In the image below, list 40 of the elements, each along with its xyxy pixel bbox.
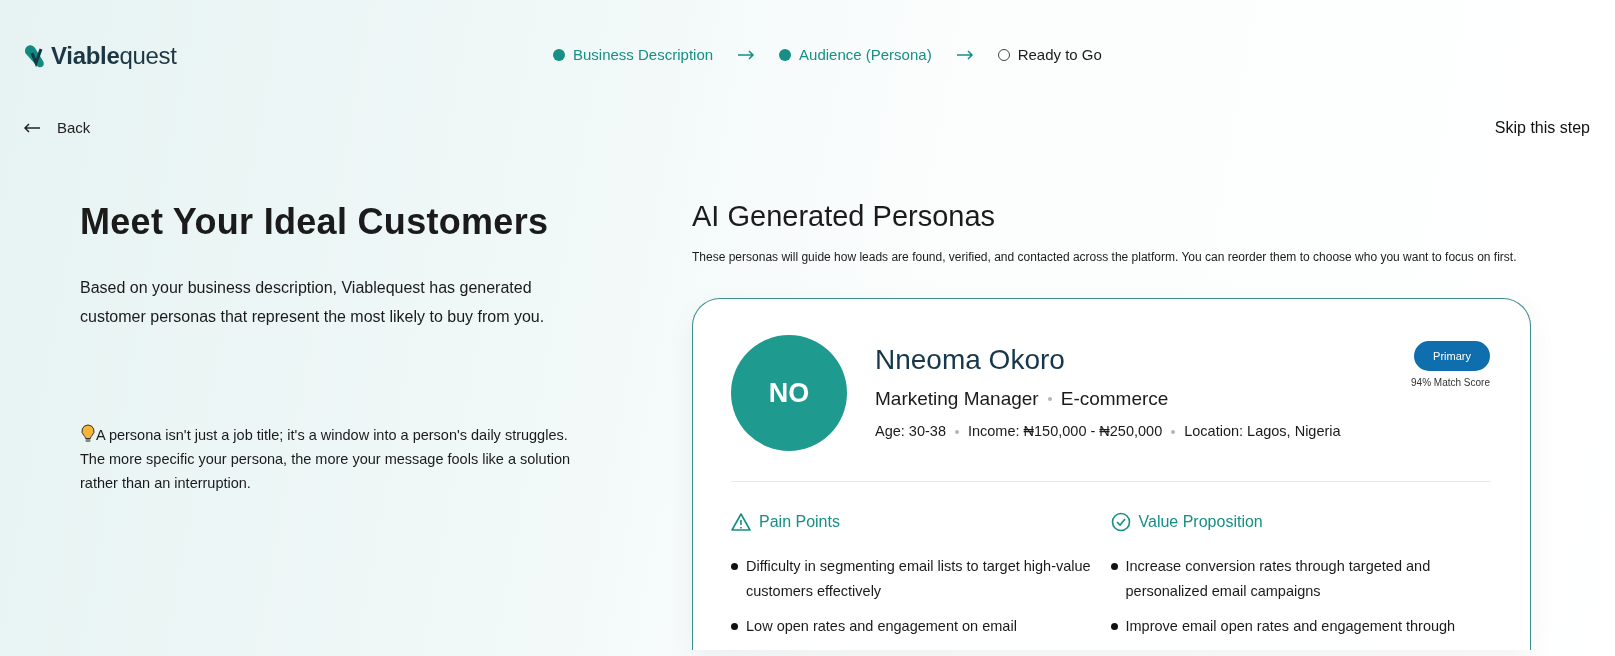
bullet-icon <box>731 562 738 570</box>
list-item-text: Improve email open rates and engagement through <box>1125 616 1456 636</box>
tip-text: A persona isn't just a job title; it's a window into a person's daily struggles. The more specific your persona, the more your message fools like a solution rather than an interruption. <box>80 423 580 496</box>
arrow-icon <box>955 50 974 61</box>
check-circle-icon <box>1110 511 1131 532</box>
brand-name: Viablequest <box>51 41 177 71</box>
warning-icon <box>731 511 751 532</box>
separator-dot <box>1047 397 1052 402</box>
industry: E-commerce <box>1060 386 1169 411</box>
section-heading: AI Generated Personas <box>692 199 997 234</box>
separator-dot <box>954 430 959 435</box>
list-item-text: Increase conversion rates through targeted and personalized email campaigns <box>1125 556 1432 601</box>
list-item-text: Difficulty in segmenting email lists to target high-value customers effectively <box>746 556 1092 601</box>
step-label: Ready to Go <box>1017 45 1102 65</box>
arrow-icon <box>737 50 756 61</box>
persona-detail: Location: Lagos, Nigeria <box>1184 422 1341 442</box>
match-score: 94% Match Score <box>1411 376 1490 391</box>
back-arrow-icon <box>23 123 41 133</box>
bullet-icon <box>1110 562 1118 570</box>
intro-text: Based on your business description, Viablequest has generated customer personas that represent the most likely to buy from you. <box>80 278 546 328</box>
page-heading: Meet Your Ideal Customers <box>80 200 550 244</box>
list-item-text: Low open rates and engagement on email <box>746 616 1017 636</box>
step-label: Audience (Persona) <box>799 45 932 65</box>
separator-dot <box>1171 430 1176 435</box>
persona-detail: Income: ₦150,000 - ₦250,000 <box>967 422 1163 442</box>
skip-link[interactable]: Skip this step <box>1494 116 1590 140</box>
bullet-icon <box>1110 622 1118 630</box>
persona-name: Nneoma Okoro <box>875 342 1066 377</box>
primary-tag: Primary <box>1414 340 1490 372</box>
section-description: These personas will guide how leads are found, verified, and contacted across the platform. You can reorder them to choose who you want to focus on first. <box>692 248 1518 266</box>
logo-icon <box>23 43 47 69</box>
avatar: NO <box>731 334 847 451</box>
bullet-icon <box>731 622 738 630</box>
persona-detail: Age: 30-38 <box>875 422 946 442</box>
job-title: Marketing Manager <box>875 386 1039 411</box>
section-title: Pain Points <box>759 511 840 532</box>
step-label: Business Description <box>573 45 714 65</box>
section-title: Value Proposition <box>1138 511 1263 532</box>
lightbulb-icon <box>80 424 96 445</box>
back-link[interactable]: Back <box>23 116 91 140</box>
